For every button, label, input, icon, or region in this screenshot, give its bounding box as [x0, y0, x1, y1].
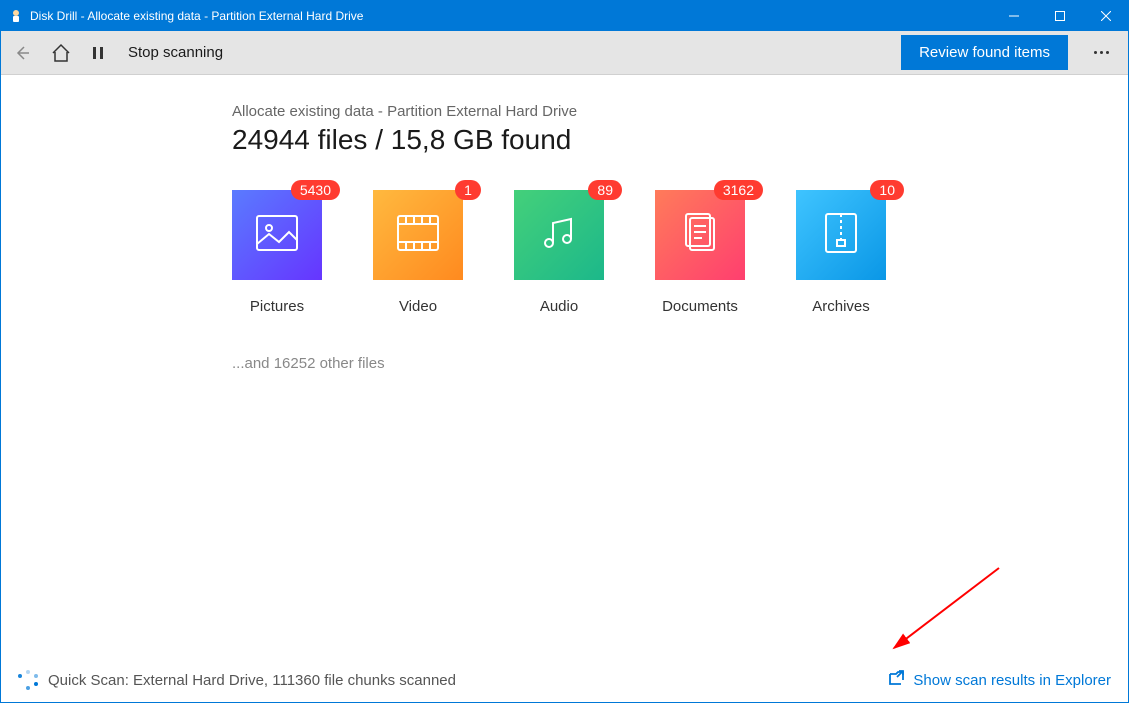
category-audio[interactable]: 89 Audio [514, 190, 604, 315]
open-external-icon [887, 669, 905, 691]
archives-icon [824, 212, 858, 259]
category-documents[interactable]: 3162 Documents [655, 190, 745, 315]
titlebar: Disk Drill - Allocate existing data - Pa… [0, 0, 1129, 31]
toolbar: Stop scanning Review found items [0, 31, 1129, 75]
documents-label: Documents [662, 298, 738, 315]
documents-count-badge: 3162 [714, 180, 763, 200]
audio-icon [539, 213, 579, 258]
scan-headline: 24944 files / 15,8 GB found [232, 124, 1129, 156]
video-icon [396, 214, 440, 257]
annotation-arrow [879, 563, 1009, 663]
back-button[interactable] [12, 43, 32, 63]
archives-label: Archives [812, 298, 870, 315]
home-button[interactable] [50, 42, 72, 64]
spinner-icon [18, 670, 38, 690]
more-menu-button[interactable] [1086, 51, 1117, 54]
archives-count-badge: 10 [870, 180, 904, 200]
status-text: Quick Scan: External Hard Drive, 111360 … [48, 672, 456, 689]
audio-label: Audio [540, 298, 578, 315]
maximize-button[interactable] [1037, 0, 1083, 31]
minimize-button[interactable] [991, 0, 1037, 31]
audio-count-badge: 89 [588, 180, 622, 200]
video-count-badge: 1 [455, 180, 481, 200]
pictures-count-badge: 5430 [291, 180, 340, 200]
scan-subtitle: Allocate existing data - Partition Exter… [232, 103, 1129, 120]
category-archives[interactable]: 10 Archives [796, 190, 886, 315]
pause-icon[interactable] [90, 45, 106, 61]
documents-icon [680, 212, 720, 259]
pictures-icon [255, 214, 299, 257]
other-files-text: ...and 16252 other files [232, 355, 1129, 372]
main-content: Allocate existing data - Partition Exter… [0, 75, 1129, 372]
close-button[interactable] [1083, 0, 1129, 31]
statusbar: Quick Scan: External Hard Drive, 111360 … [0, 657, 1129, 703]
app-icon [8, 8, 24, 24]
category-pictures[interactable]: 5430 Pictures [232, 190, 322, 315]
video-label: Video [399, 298, 437, 315]
stop-scanning-button[interactable]: Stop scanning [128, 44, 223, 61]
window-title: Disk Drill - Allocate existing data - Pa… [30, 9, 363, 23]
show-in-explorer-label: Show scan results in Explorer [913, 672, 1111, 689]
category-video[interactable]: 1 Video [373, 190, 463, 315]
category-row: 5430 Pictures 1 Video 89 Audio [232, 190, 1129, 315]
review-found-items-button[interactable]: Review found items [901, 35, 1068, 70]
show-in-explorer-link[interactable]: Show scan results in Explorer [887, 669, 1111, 691]
pictures-label: Pictures [250, 298, 304, 315]
